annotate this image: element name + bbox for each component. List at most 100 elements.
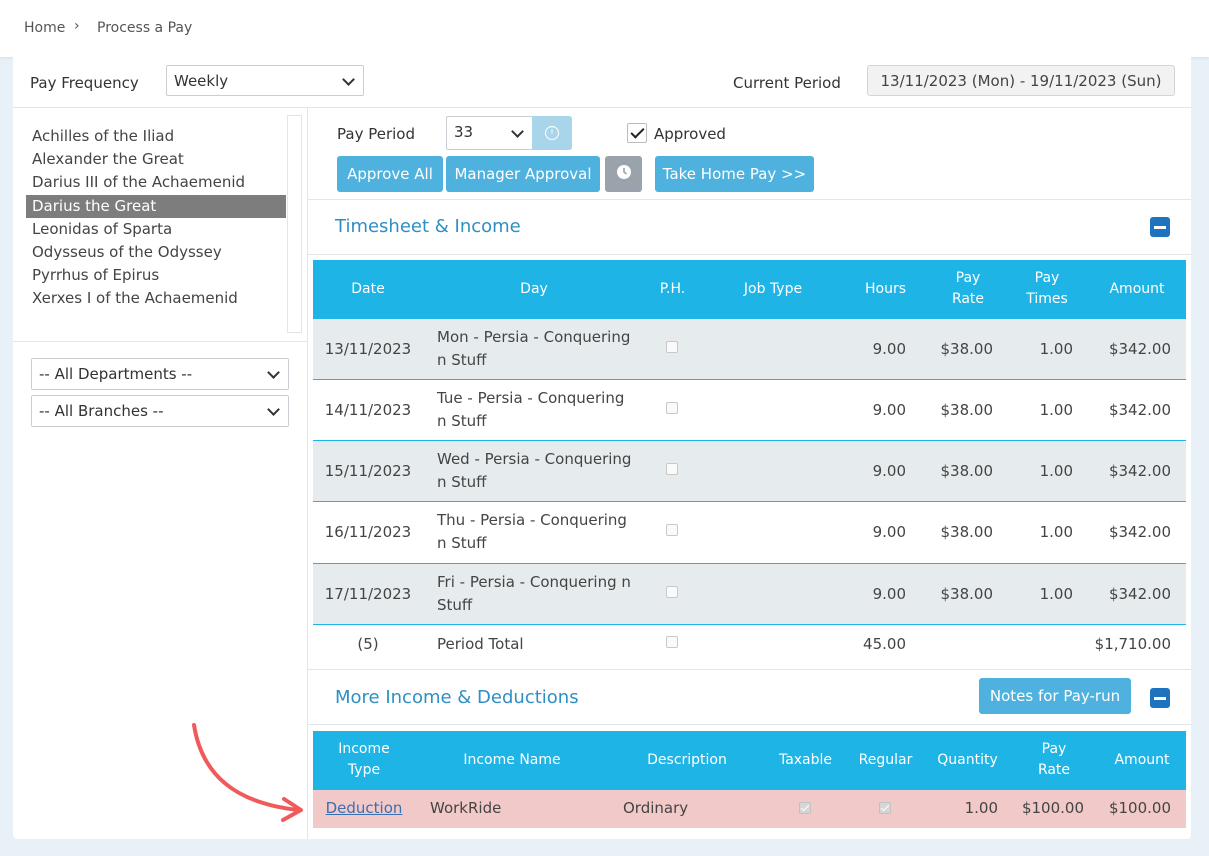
pay-period-value: 33: [454, 123, 474, 141]
annotation-arrow-icon: [192, 723, 303, 822]
row-date: 17/11/2023: [324, 585, 412, 603]
current-period-value: 13/11/2023 (Mon) - 19/11/2023 (Sun): [880, 72, 1162, 90]
column-header: Quantity: [937, 752, 998, 768]
breadcrumb-current: Process a Pay: [97, 20, 193, 36]
column-header: Date: [351, 281, 385, 297]
employee-list[interactable]: Achilles of the Iliad Alexander the Grea…: [26, 115, 286, 333]
ph-checkbox[interactable]: [666, 402, 678, 414]
deduction-row[interactable]: Deduction WorkRide Ordinary 1.00 $100.00…: [313, 790, 1186, 828]
manager-approval-button[interactable]: Manager Approval: [446, 156, 600, 192]
column-header: Description: [647, 752, 727, 768]
employee-item[interactable]: Alexander the Great: [26, 148, 286, 171]
column-header: Regular: [858, 752, 913, 768]
employee-item[interactable]: Leonidas of Sparta: [26, 218, 286, 241]
row-amount: $342.00: [1108, 523, 1171, 541]
column-header: Amount: [1114, 752, 1170, 768]
notes-for-payrun-button[interactable]: Notes for Pay-run: [979, 678, 1131, 714]
ph-checkbox[interactable]: [666, 586, 678, 598]
pay-frequency-select[interactable]: Weekly: [166, 65, 364, 96]
approve-all-button[interactable]: Approve All: [337, 156, 443, 192]
row-amount: $342.00: [1108, 340, 1171, 358]
branch-select[interactable]: -- All Branches --: [31, 395, 289, 427]
table-row[interactable]: 16/11/2023 Thu - Persia - Conquering n S…: [313, 502, 1186, 564]
pay-frequency-label: Pay Frequency: [30, 74, 139, 92]
table-row[interactable]: 15/11/2023 Wed - Persia - Conquering n S…: [313, 441, 1186, 502]
employee-item-selected[interactable]: Darius the Great: [26, 195, 286, 218]
table-row[interactable]: 14/11/2023 Tue - Persia - Conquering n S…: [313, 380, 1186, 441]
column-header: Pay Rate: [1037, 741, 1071, 778]
row-day: Tue - Persia - Conquering: [437, 389, 625, 407]
ph-checkbox[interactable]: [666, 636, 678, 648]
deductions-header: Income Type Income Name Description Taxa…: [313, 731, 1186, 790]
row-day: Wed - Persia - Conquering: [437, 450, 632, 468]
income-type-link[interactable]: Deduction: [313, 797, 415, 820]
taxable-checkbox[interactable]: [799, 802, 811, 814]
chevron-right-icon: ›: [74, 18, 80, 34]
income-amount: $100.00: [1108, 799, 1171, 817]
row-hours: 9.00: [872, 462, 906, 480]
chevron-down-icon: [267, 366, 280, 379]
row-hours: 9.00: [872, 340, 906, 358]
row-amount: $342.00: [1108, 401, 1171, 419]
history-button[interactable]: [605, 156, 642, 192]
column-header: Income Type: [338, 741, 390, 778]
column-header: Hours: [864, 281, 906, 297]
row-hours: 9.00: [872, 401, 906, 419]
row-date: 16/11/2023: [324, 523, 412, 541]
column-header: Taxable: [778, 752, 833, 768]
collapse-timesheet-button[interactable]: [1150, 217, 1170, 237]
divider: [13, 341, 307, 342]
row-rate: $38.00: [940, 340, 994, 358]
column-header: Income Name: [463, 752, 561, 768]
row-day-cont: Stuff: [437, 596, 473, 614]
row-amount: $342.00: [1108, 585, 1171, 603]
pay-period-info-button[interactable]: i: [532, 116, 572, 150]
table-row[interactable]: 17/11/2023 Fri - Persia - Conquering n S…: [313, 564, 1186, 625]
clock-icon: [616, 165, 631, 179]
approved-checkbox[interactable]: [627, 123, 647, 143]
breadcrumb-home[interactable]: Home: [24, 20, 65, 36]
divider: [308, 254, 1191, 255]
ph-checkbox[interactable]: [666, 524, 678, 536]
employee-item[interactable]: Darius III of the Achaemenid: [26, 171, 286, 194]
current-period-field: 13/11/2023 (Mon) - 19/11/2023 (Sun): [867, 65, 1175, 96]
timesheet-title: Timesheet & Income: [335, 216, 521, 237]
checkmark-icon: [630, 124, 645, 139]
row-day-cont: n Stuff: [437, 473, 487, 491]
table-row[interactable]: 13/11/2023 Mon - Persia - Conquering n S…: [313, 319, 1186, 380]
column-header: Pay Rate: [951, 270, 985, 307]
department-select[interactable]: -- All Departments --: [31, 358, 289, 390]
approved-label: Approved: [654, 125, 726, 143]
current-period-label: Current Period: [733, 74, 841, 92]
collapse-deductions-button[interactable]: [1150, 688, 1170, 708]
employee-list-scrollbar[interactable]: [287, 115, 302, 333]
chevron-down-icon: [267, 403, 280, 416]
row-rate: $38.00: [940, 401, 994, 419]
ph-checkbox[interactable]: [666, 463, 678, 475]
column-header: Job Type: [743, 281, 803, 297]
take-home-pay-button[interactable]: Take Home Pay >>: [655, 156, 814, 192]
total-label: Period Total: [437, 635, 524, 653]
department-value: -- All Departments --: [39, 365, 193, 383]
row-date: 13/11/2023: [324, 340, 412, 358]
row-times: 1.00: [1039, 585, 1073, 603]
chevron-down-icon: [342, 73, 355, 86]
employee-item[interactable]: Achilles of the Iliad: [26, 125, 286, 148]
row-day-cont: n Stuff: [437, 412, 487, 430]
row-hours: 9.00: [872, 523, 906, 541]
pay-frequency-value: Weekly: [174, 72, 229, 90]
column-header: Pay Times: [1026, 270, 1068, 307]
employee-item[interactable]: Odysseus of the Odyssey: [26, 241, 286, 264]
employee-item[interactable]: Pyrrhus of Epirus: [26, 264, 286, 287]
pay-period-select[interactable]: 33: [446, 116, 533, 150]
row-day: Mon - Persia - Conquering: [437, 328, 631, 346]
ph-checkbox[interactable]: [666, 341, 678, 353]
row-times: 1.00: [1039, 523, 1073, 541]
row-day-cont: n Stuff: [437, 534, 487, 552]
row-date: 14/11/2023: [324, 401, 412, 419]
regular-checkbox[interactable]: [879, 802, 891, 814]
row-times: 1.00: [1039, 401, 1073, 419]
column-header: P.H.: [659, 281, 686, 297]
employee-item[interactable]: Xerxes I of the Achaemenid: [26, 287, 286, 310]
deductions-title: More Income & Deductions: [335, 687, 579, 708]
